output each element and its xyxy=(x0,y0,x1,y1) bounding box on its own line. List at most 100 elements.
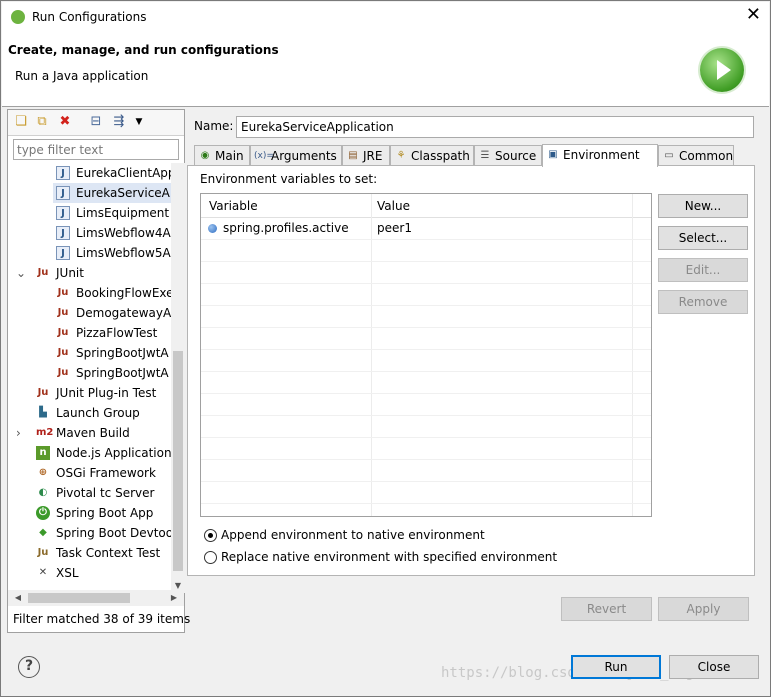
horizontal-scroll-thumb[interactable] xyxy=(28,593,130,603)
tree-item[interactable]: ◐ Pivotal tc Server xyxy=(33,483,173,503)
filter-icon[interactable]: ⇶ xyxy=(111,114,127,130)
tree-item[interactable]: ⊕ OSGi Framework xyxy=(33,463,173,483)
help-icon[interactable]: ? xyxy=(18,656,40,678)
duplicate-icon[interactable]: ⧉ xyxy=(34,114,50,130)
table-header: Variable Value xyxy=(201,194,651,218)
tree-item[interactable]: n Node.js Application xyxy=(33,443,173,463)
junit-icon: Ju xyxy=(57,307,69,318)
close-button[interactable]: Close xyxy=(669,655,759,679)
env-vars-label: Environment variables to set: xyxy=(200,172,378,186)
tree-item[interactable]: Ju PizzaFlowTest xyxy=(53,323,173,343)
tab-environment[interactable]: ▣ Environment xyxy=(542,144,658,167)
tree-item[interactable]: Ju SpringBootJwtA xyxy=(53,343,173,363)
table-row[interactable] xyxy=(201,416,651,438)
tab-jre[interactable]: ▤ JRE xyxy=(342,145,390,166)
run-banner-icon xyxy=(700,48,744,92)
tab-source[interactable]: ☰ Source xyxy=(474,145,542,166)
select-button[interactable]: Select... xyxy=(658,226,748,250)
window-title: Run Configurations xyxy=(32,10,147,24)
junit-icon: Ju xyxy=(57,287,69,298)
table-row[interactable] xyxy=(201,350,651,372)
banner-subheading: Run a Java application xyxy=(15,69,149,83)
tree-item[interactable]: J LimsEquipment xyxy=(53,203,173,223)
tab-source-label: Source xyxy=(495,149,537,163)
tree-item[interactable]: J EurekaClientApp xyxy=(53,163,173,183)
append-radio-circle[interactable] xyxy=(204,529,217,542)
tree-item[interactable]: ⏻ Spring Boot App xyxy=(33,503,173,523)
table-row[interactable] xyxy=(201,240,651,262)
table-row[interactable] xyxy=(201,372,651,394)
revert-button[interactable]: Revert xyxy=(561,597,652,621)
tab-classpath[interactable]: ⚘ Classpath xyxy=(390,145,474,166)
tab-arguments[interactable]: (x)= Arguments xyxy=(250,145,342,166)
tree-item[interactable]: ✕ XSL xyxy=(33,563,173,583)
column-value[interactable]: Value xyxy=(377,199,410,213)
tree-item[interactable]: Ju DemogatewayA xyxy=(53,303,173,323)
run-button[interactable]: Run xyxy=(571,655,661,679)
chevron-down-icon[interactable]: ⌄ xyxy=(16,263,26,283)
tree-item[interactable]: Ju BookingFlowExe xyxy=(53,283,173,303)
tree-horizontal-scrollbar[interactable]: ◀ ▶ xyxy=(8,590,184,606)
remove-button[interactable]: Remove xyxy=(658,290,748,314)
filter-status: Filter matched 38 of 39 items xyxy=(13,612,191,626)
table-row[interactable] xyxy=(201,438,651,460)
tab-main[interactable]: ◉ Main xyxy=(194,145,250,166)
configurations-toolbar: ❏ ⧉ ✖ ⊟ ⇶ ▼ xyxy=(8,110,184,136)
collapse-all-icon[interactable]: ⊟ xyxy=(88,114,104,130)
chevron-right-icon[interactable]: › xyxy=(16,423,21,443)
tree-item[interactable]: ▙ Launch Group xyxy=(33,403,173,423)
replace-radio-circle[interactable] xyxy=(204,551,217,564)
tree-item[interactable]: Ju SpringBootJwtA xyxy=(53,363,173,383)
tab-classpath-label: Classpath xyxy=(411,149,470,163)
banner-heading: Create, manage, and run configurations xyxy=(8,43,279,57)
tree-item[interactable]: J LimsWebflow4A xyxy=(53,223,173,243)
tree-item[interactable]: J LimsWebflow5A xyxy=(53,243,173,263)
delete-icon[interactable]: ✖ xyxy=(57,114,73,130)
tree-item[interactable]: Ju JUnit Plug-in Test xyxy=(33,383,173,403)
tab-common[interactable]: ▭ Common xyxy=(658,145,734,166)
tree-item[interactable]: ⌄ Ju JUnit xyxy=(16,263,173,283)
new-button[interactable]: New... xyxy=(658,194,748,218)
tree-item-label: JUnit xyxy=(56,266,84,280)
close-window-icon[interactable]: ✕ xyxy=(746,6,761,24)
scroll-left-icon[interactable]: ◀ xyxy=(10,590,26,606)
table-row[interactable] xyxy=(201,328,651,350)
title-bar: Run Configurations ✕ xyxy=(2,2,769,32)
junit-icon: Ju xyxy=(57,347,69,358)
filter-input[interactable] xyxy=(13,139,179,160)
tree-item-label: Launch Group xyxy=(56,406,140,420)
table-row[interactable] xyxy=(201,284,651,306)
table-row[interactable] xyxy=(201,394,651,416)
configuration-tree: J EurekaClientApp J EurekaServiceA J LimsEqui… xyxy=(8,163,173,593)
run-configurations-window: Run Configurations ✕ Create, manage, and… xyxy=(0,0,771,697)
tree-item-label: EurekaServiceA xyxy=(76,186,170,200)
tree-item-label: OSGi Framework xyxy=(56,466,156,480)
java-app-icon: J xyxy=(56,186,70,200)
edit-button[interactable]: Edit... xyxy=(658,258,748,282)
tree-item[interactable]: J EurekaServiceA xyxy=(53,183,173,203)
tree-item[interactable]: › m2 Maven Build xyxy=(16,423,173,443)
table-row[interactable] xyxy=(201,460,651,482)
table-row[interactable] xyxy=(201,306,651,328)
tree-item[interactable]: ◆ Spring Boot Devtools xyxy=(33,523,173,543)
table-row[interactable] xyxy=(201,482,651,504)
tree-vertical-scrollbar[interactable]: ▼ xyxy=(171,163,185,593)
scroll-right-icon[interactable]: ▶ xyxy=(166,590,182,606)
tree-item-label: BookingFlowExe xyxy=(76,286,173,300)
column-variable[interactable]: Variable xyxy=(209,199,258,213)
main-tab-icon: ◉ xyxy=(200,150,210,161)
table-row[interactable] xyxy=(201,262,651,284)
tree-item[interactable]: Ju Task Context Test xyxy=(33,543,173,563)
apply-button[interactable]: Apply xyxy=(658,597,749,621)
xsl-icon: ✕ xyxy=(38,567,48,578)
tree-item-label: Pivotal tc Server xyxy=(56,486,155,500)
pivotal-icon: ◐ xyxy=(38,487,48,498)
config-name-input[interactable] xyxy=(236,116,754,138)
new-config-icon[interactable]: ❏ xyxy=(13,114,29,130)
vertical-scroll-thumb[interactable] xyxy=(173,351,183,571)
source-tab-icon: ☰ xyxy=(480,150,490,161)
env-vars-table[interactable]: Variable Value spring.profiles.active pee… xyxy=(200,193,652,517)
table-row[interactable]: spring.profiles.active peer1 xyxy=(201,218,651,240)
java-app-icon: J xyxy=(56,246,70,260)
view-menu-icon[interactable]: ▼ xyxy=(131,114,147,130)
